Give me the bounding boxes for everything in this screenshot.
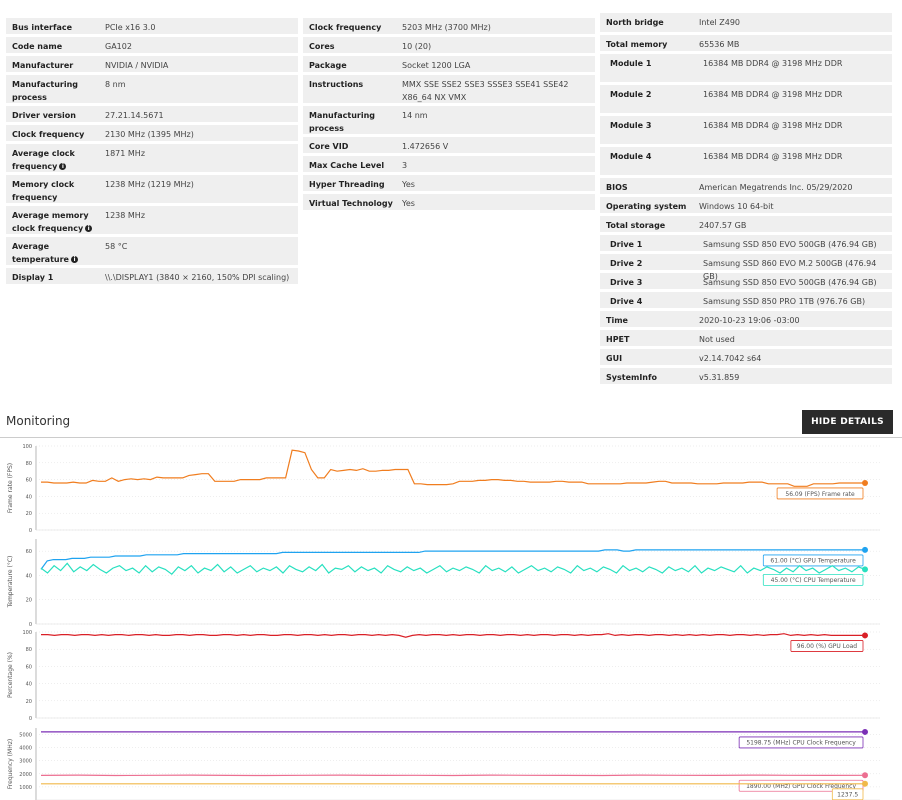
- y-tick-label: 20: [26, 511, 32, 517]
- series-end-point: [862, 479, 868, 486]
- series-end-point: [862, 566, 868, 573]
- series-value-label: 96.00 (%) GPU Load: [797, 643, 858, 650]
- series-end-point: [862, 728, 868, 735]
- series-value-label: 56.09 (FPS) Frame rate: [785, 491, 855, 498]
- series-end-point: [862, 546, 868, 553]
- y-axis-label: Frame rate (FPS): [7, 463, 14, 513]
- monitoring-charts: 0 20 40 60 80 100 Frame rate (FPS) 56.09 (FPS) …: [7, 444, 880, 800]
- y-tick-label: 0: [29, 528, 32, 534]
- y-axis-label: Frequency (MHz): [7, 739, 14, 789]
- y-axis-label: Percentage (%): [7, 652, 14, 698]
- y-tick-label: 60: [26, 549, 32, 555]
- y-tick-label: 60: [26, 664, 32, 670]
- series-end-point: [862, 632, 868, 639]
- y-axis-label: Temperature (°C): [7, 556, 14, 609]
- series-value-label: 45.00 (°C) CPU Temperature: [771, 577, 856, 584]
- y-tick-label: 5000: [19, 733, 32, 739]
- y-tick-label: 0: [29, 622, 32, 628]
- y-tick-label: 40: [26, 682, 32, 688]
- series-end-point: [862, 780, 868, 787]
- y-tick-label: 80: [26, 461, 32, 467]
- series-line: [41, 449, 865, 487]
- series-line: [40, 562, 866, 576]
- y-tick-label: 20: [26, 699, 32, 705]
- y-tick-label: 40: [26, 573, 32, 579]
- series-end-point: [862, 772, 868, 779]
- series-value-label: 5198.75 (MHz) CPU Clock Frequency: [746, 740, 856, 747]
- series-line: [41, 633, 865, 638]
- y-tick-label: 20: [26, 598, 32, 604]
- y-tick-label: 4000: [19, 746, 32, 752]
- y-tick-label: 40: [26, 494, 32, 500]
- y-tick-label: 60: [26, 478, 32, 484]
- series-value-label: 1237.5: [837, 792, 858, 799]
- y-tick-label: 2000: [19, 772, 32, 778]
- y-tick-label: 100: [22, 444, 32, 450]
- series-value-label: 61.00 (°C) GPU Temperature: [770, 558, 856, 565]
- y-tick-label: 1000: [19, 785, 32, 791]
- y-tick-label: 80: [26, 647, 32, 653]
- y-tick-label: 100: [22, 630, 32, 636]
- y-tick-label: 3000: [19, 759, 32, 765]
- y-tick-label: 0: [29, 716, 32, 722]
